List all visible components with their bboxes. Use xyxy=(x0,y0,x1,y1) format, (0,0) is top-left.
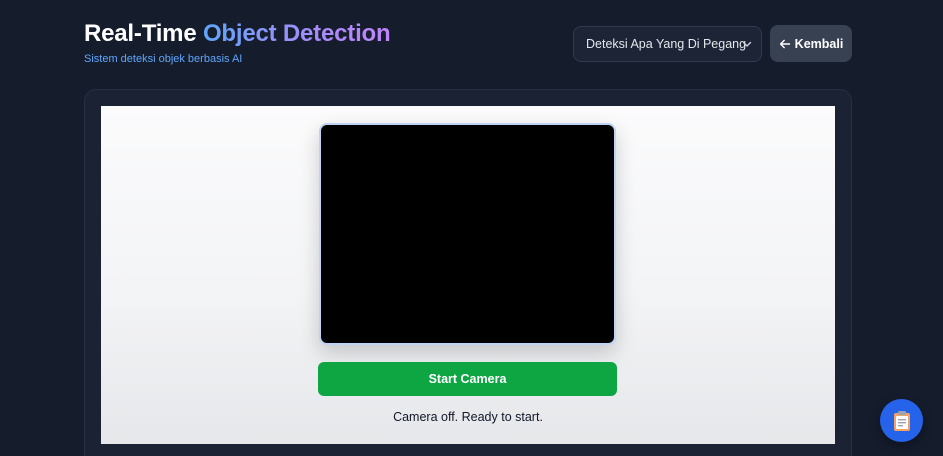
chevron-down-icon xyxy=(742,41,752,47)
detection-mode-select[interactable]: Deteksi Apa Yang Di Pegang xyxy=(573,26,762,62)
header: Real-Time Object Detection Sistem deteks… xyxy=(84,18,391,66)
arrow-left-icon xyxy=(779,39,790,48)
page-title: Real-Time Object Detection xyxy=(84,18,391,50)
app-root: Real-Time Object Detection Sistem deteks… xyxy=(0,0,943,456)
back-button-label: Kembali xyxy=(794,36,844,51)
page-title-highlight: Object Detection xyxy=(202,20,391,47)
back-button[interactable]: Kembali xyxy=(770,25,852,62)
clipboard-icon xyxy=(893,410,910,431)
page-title-plain: Real-Time xyxy=(84,20,203,47)
detection-mode-selected-value: Deteksi Apa Yang Di Pegang xyxy=(586,37,747,51)
camera-video-frame xyxy=(319,123,616,345)
clipboard-fab-button[interactable] xyxy=(880,399,923,442)
camera-status-text: Camera off. Ready to start. xyxy=(393,410,543,424)
page-subtitle: Sistem deteksi objek berbasis AI xyxy=(84,53,243,65)
start-camera-button[interactable]: Start Camera xyxy=(318,362,617,396)
camera-stage: Start Camera Camera off. Ready to start. xyxy=(101,106,835,444)
